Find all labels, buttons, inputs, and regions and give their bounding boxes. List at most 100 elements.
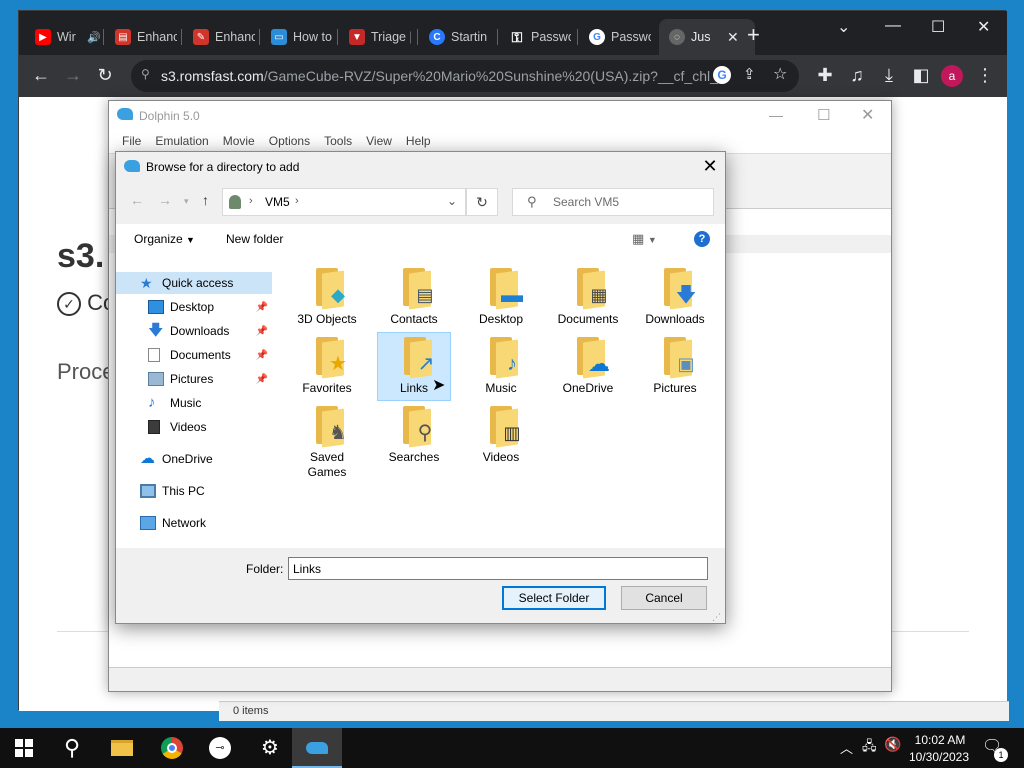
tab-1[interactable]: ▤ Enhanc xyxy=(105,19,181,55)
nav-this-pc[interactable]: This PC xyxy=(116,480,272,502)
menu-options[interactable]: Options xyxy=(262,131,317,151)
media-control-icon[interactable]: ♫ xyxy=(845,64,869,86)
speaker-icon: 🔊 xyxy=(87,31,101,44)
nav-network[interactable]: Network xyxy=(116,512,272,534)
folder-searches[interactable]: ⚲ Searches xyxy=(377,404,451,470)
view-options-icon[interactable]: ▦ ▼ xyxy=(632,231,657,247)
side-panel-icon[interactable]: ◧ xyxy=(909,64,933,86)
dolphin-taskbar-button[interactable] xyxy=(292,728,342,768)
nav-documents[interactable]: Documents 📌 xyxy=(116,344,272,366)
show-hidden-icons-chevron-icon[interactable]: ︿ xyxy=(840,738,853,757)
google-lens-icon[interactable]: G xyxy=(713,66,731,84)
folder-downloads[interactable]: 🡇 Downloads xyxy=(638,266,712,332)
extensions-icon[interactable]: ✚ xyxy=(813,64,837,86)
resize-grip-icon[interactable]: ⋰ xyxy=(712,612,721,623)
dialog-close-button[interactable]: ✕ xyxy=(700,156,720,177)
folder-links[interactable]: ↗ Links ➤ xyxy=(377,332,451,401)
dolphin-maximize-button[interactable]: ☐ xyxy=(817,106,830,124)
minimize-button[interactable]: — xyxy=(885,17,901,35)
folder-videos[interactable]: ▥ Videos xyxy=(464,404,538,470)
folder-3d-objects[interactable]: ◆ 3D Objects xyxy=(290,266,364,332)
folder-saved-games[interactable]: ♞ Saved Games xyxy=(290,404,364,484)
back-button[interactable]: ← xyxy=(29,64,53,86)
menu-movie[interactable]: Movie xyxy=(216,131,262,151)
dolphin-logo-icon xyxy=(117,108,133,120)
close-window-button[interactable]: ✕ xyxy=(977,17,990,37)
site-info-icon[interactable]: ⚲ xyxy=(141,67,150,81)
nav-music[interactable]: ♪ Music xyxy=(116,392,272,414)
new-folder-button[interactable]: New folder xyxy=(226,232,283,246)
volume-muted-icon[interactable]: 🔇 xyxy=(884,736,901,753)
menu-file[interactable]: File xyxy=(115,131,148,151)
download-icon[interactable]: ⤓ xyxy=(877,64,901,86)
nav-desktop[interactable]: Desktop 📌 xyxy=(116,296,272,318)
new-tab-button[interactable]: + xyxy=(747,24,760,46)
breadcrumb-bar[interactable]: › VM5 › ⌄ xyxy=(222,188,466,216)
folder-contacts[interactable]: ▤ Contacts xyxy=(377,266,451,332)
recent-locations-chevron-icon[interactable]: ▾ xyxy=(184,196,189,207)
menu-help[interactable]: Help xyxy=(399,131,438,151)
google-icon: G xyxy=(589,29,605,45)
folder-favorites[interactable]: ★ Favorites xyxy=(290,335,364,401)
menu-emulation[interactable]: Emulation xyxy=(148,131,215,151)
breadcrumb-chevron-icon[interactable]: › xyxy=(295,195,299,207)
clock-time[interactable]: 10:02 AM xyxy=(912,733,968,747)
address-bar[interactable]: ⚲ s3.romsfast.com/GameCube-RVZ/Super%20M… xyxy=(131,60,799,92)
search-box[interactable]: ⚲ Search VM5 xyxy=(512,188,714,216)
reload-button[interactable]: ↻ xyxy=(93,64,117,86)
tab-search-icon[interactable]: ⌄ xyxy=(837,17,850,37)
dolphin-close-button[interactable]: ✕ xyxy=(861,105,874,125)
file-explorer-icon[interactable] xyxy=(108,734,136,762)
url-host: s3.romsfast.com xyxy=(161,68,264,84)
tab-3[interactable]: ▭ How to xyxy=(261,19,337,55)
app-circle-icon[interactable]: ⊸ xyxy=(206,734,234,762)
start-windows-icon[interactable] xyxy=(10,734,38,762)
menu-kebab-icon[interactable]: ⋮ xyxy=(973,64,997,86)
cloud-icon: ☁ xyxy=(140,450,155,467)
nav-back-button[interactable]: ← xyxy=(130,192,144,208)
chrome-icon[interactable] xyxy=(158,734,186,762)
cancel-button[interactable]: Cancel xyxy=(621,586,707,610)
nav-up-button[interactable]: ↑ xyxy=(202,192,209,208)
clock-date[interactable]: 10/30/2023 xyxy=(906,750,972,764)
network-icon xyxy=(140,516,156,530)
breadcrumb-vm5[interactable]: VM5 xyxy=(265,195,290,209)
tab-4[interactable]: ▼ Triage | xyxy=(339,19,415,55)
folder-desktop[interactable]: ▬ Desktop xyxy=(464,266,538,332)
tab-6[interactable]: ⚿ Passwo xyxy=(499,19,575,55)
tab-7[interactable]: G Passwo xyxy=(579,19,655,55)
tab-0[interactable]: ▶ Wir 🔊 xyxy=(25,19,101,55)
dolphin-minimize-button[interactable]: — xyxy=(769,107,783,123)
folder-input[interactable] xyxy=(288,557,708,580)
menu-view[interactable]: View xyxy=(359,131,399,151)
profile-avatar[interactable]: a xyxy=(941,65,963,87)
share-icon[interactable]: ⇪ xyxy=(743,65,756,83)
address-dropdown-icon[interactable]: ⌄ xyxy=(447,194,457,208)
forward-button[interactable]: → xyxy=(61,64,85,86)
nav-quick-access[interactable]: ★ Quick access xyxy=(116,272,272,294)
nav-videos[interactable]: Videos xyxy=(116,416,272,438)
close-tab-icon[interactable]: ✕ xyxy=(727,29,739,46)
tab-5[interactable]: C Startin xyxy=(419,19,495,55)
select-folder-button[interactable]: Select Folder xyxy=(502,586,606,610)
network-tray-icon[interactable]: 🖧 xyxy=(862,737,877,759)
document-icon xyxy=(148,348,160,362)
folder-onedrive[interactable]: ☁ OneDrive xyxy=(551,335,625,401)
nav-onedrive[interactable]: ☁ OneDrive xyxy=(116,448,272,470)
folder-music[interactable]: ♪ Music xyxy=(464,335,538,401)
tab-2[interactable]: ✎ Enhanc xyxy=(183,19,259,55)
folder-documents[interactable]: ▦ Documents xyxy=(551,266,625,332)
bookmark-star-icon[interactable]: ☆ xyxy=(773,64,787,84)
maximize-button[interactable]: ☐ xyxy=(931,17,945,37)
tab-8-active[interactable]: ◌ Jus ✕ xyxy=(659,19,755,55)
nav-forward-button[interactable]: → xyxy=(158,192,172,208)
nav-pictures[interactable]: Pictures 📌 xyxy=(116,368,272,390)
folder-pictures[interactable]: ▣ Pictures xyxy=(638,335,712,401)
settings-gear-icon[interactable]: ⚙ xyxy=(256,734,284,762)
organize-button[interactable]: Organize ▼ xyxy=(134,232,195,246)
search-icon[interactable]: ⚲ xyxy=(58,734,86,762)
refresh-button[interactable]: ↻ xyxy=(466,188,498,216)
menu-tools[interactable]: Tools xyxy=(317,131,359,151)
help-icon[interactable]: ? xyxy=(694,231,710,247)
nav-downloads[interactable]: 🡇 Downloads 📌 xyxy=(116,320,272,342)
